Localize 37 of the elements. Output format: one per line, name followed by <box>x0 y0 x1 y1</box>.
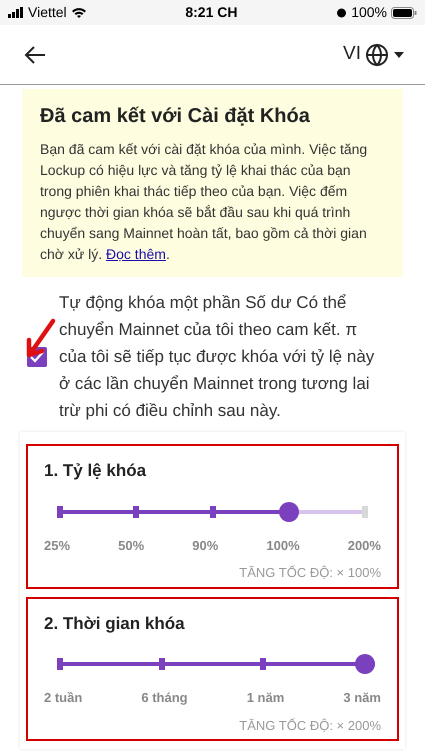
clock: 8:21 CH <box>185 3 238 22</box>
wifi-icon <box>70 6 87 18</box>
slider-tick <box>57 658 63 670</box>
slider-thumb[interactable] <box>355 654 375 674</box>
slider-tick <box>57 506 63 518</box>
caret-icon <box>393 50 405 58</box>
arrow-annotation <box>24 318 56 358</box>
stop-label: 25% <box>44 536 70 554</box>
battery-icon <box>391 6 417 18</box>
slider-tick <box>210 506 216 518</box>
language-selector[interactable]: VI <box>343 40 405 69</box>
section-title: 2. Thời gian khóa <box>44 612 186 635</box>
globe-icon <box>365 42 389 66</box>
stop-label: 1 năm <box>246 689 284 707</box>
alarm-icon <box>336 7 348 18</box>
slider-tick <box>362 506 368 518</box>
notice-text: Bạn đã cam kết với cài đặt khóa của mình. Việc tăng Lockup có hiệu lực và tăng tỷ lệ khai thác của bạn trong phiên khai thác tiếp theo của bạn. Việc đếm ngược thời gian khóa sẽ bắt đầu sau khi quá trình chuyển sang Mainnet hoàn tất, bao gồm cả thời gian chờ xử lý. Đọc thêm. <box>40 140 368 264</box>
boost-label: TĂNG TỐC ĐỘ: × 100% <box>239 564 381 582</box>
slider-tick <box>260 658 266 670</box>
stop-label: 100% <box>266 536 300 554</box>
stop-label: 200% <box>348 536 381 554</box>
stop-label: 2 tuần <box>44 689 82 707</box>
signal-icon <box>8 7 24 18</box>
auto-lock-text: Tự động khóa một phần Số dư Có thể chuyển Mainnet của tôi theo cam kết. π của tôi sẽ tiếp tục được khóa với tỷ lệ này ở các lần chuyển Mainnet trong tương lai trừ phi có điều chỉnh sau này. <box>59 292 376 422</box>
read-more-link[interactable]: Đọc thêm <box>106 246 166 262</box>
slider-tick <box>133 506 140 518</box>
notice-title: Đã cam kết với Cài đặt Khóa <box>40 104 311 129</box>
stop-label: 90% <box>192 536 218 554</box>
stop-label: 6 tháng <box>141 689 188 707</box>
boost-label: TĂNG TỐC ĐỘ: × 200% <box>239 716 381 734</box>
slider-tick <box>158 658 165 670</box>
stop-label: 3 năm <box>343 689 381 707</box>
section-title: 1. Tỷ lệ khóa <box>44 460 148 482</box>
battery-percent: 100% <box>351 3 387 22</box>
slider-thumb[interactable] <box>278 502 299 522</box>
stop-label: 50% <box>118 536 144 554</box>
carrier-name: Viettel <box>28 3 67 22</box>
